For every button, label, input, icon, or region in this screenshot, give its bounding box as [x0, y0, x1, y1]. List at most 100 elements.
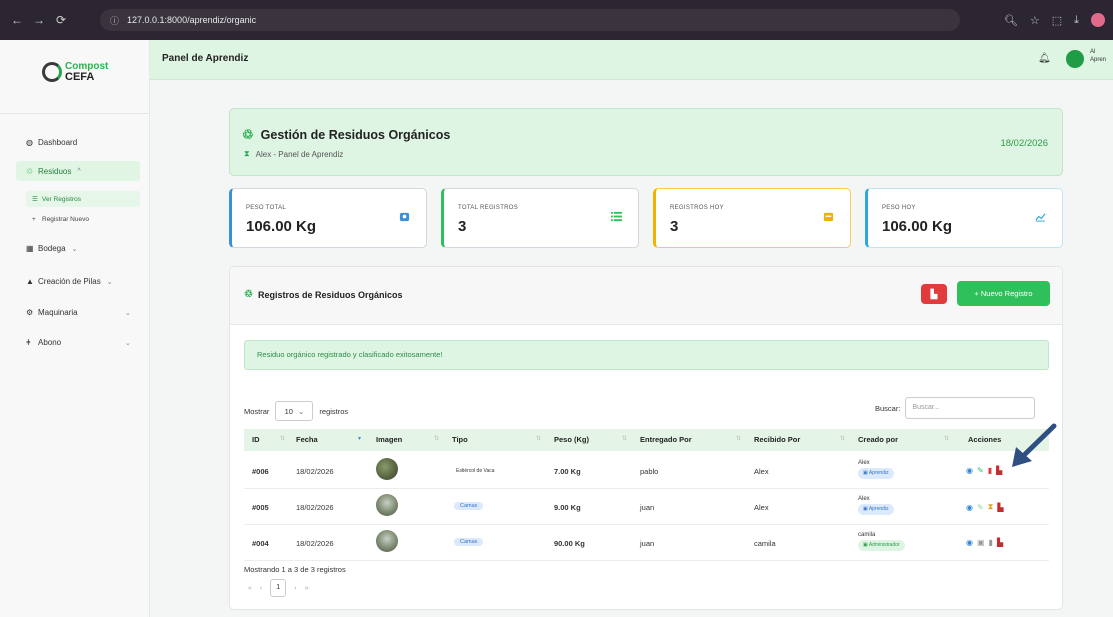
sidebar-item-registrar-nuevo[interactable]: + Registrar Nuevo — [32, 216, 89, 223]
sidebar-item-dashboard[interactable]: ◍ Dashboard — [26, 138, 77, 147]
extensions-icon[interactable]: ⬚ — [1052, 14, 1062, 27]
bookmark-star-icon[interactable]: ☆ — [1030, 14, 1040, 27]
cell-tipo: Camas — [454, 538, 484, 546]
file-pdf-icon[interactable]: ▙ — [997, 538, 1003, 547]
forward-icon[interactable]: → — [28, 13, 50, 27]
user-avatar[interactable] — [1066, 50, 1084, 68]
edit-icon[interactable]: ✎ — [977, 466, 984, 475]
chevron-down-icon[interactable]: ⌄ — [125, 339, 131, 347]
sidebar-item-label: Residuos — [38, 166, 72, 176]
file-pdf-icon[interactable]: ▙ — [997, 503, 1003, 512]
user-menu[interactable]: Al Apren — [1090, 48, 1106, 64]
cell-entregado: pablo — [640, 467, 659, 476]
bell-icon[interactable]: 🔔︎ — [1038, 53, 1051, 64]
hourglass-icon[interactable]: ⧗ — [988, 502, 994, 512]
page-title: Panel de Aprendiz — [162, 53, 249, 64]
stat-value: 3 — [670, 218, 679, 235]
view-icon[interactable]: ◉ — [966, 466, 973, 475]
sidebar-item-residuos[interactable]: ♲ Residuos ^ — [16, 161, 140, 181]
creator-name: Alex — [858, 496, 870, 502]
th-acciones: Acciones — [968, 435, 1002, 444]
zoom-icon[interactable]: 🔍︎ — [1004, 14, 1018, 27]
creator-name: camila — [858, 532, 876, 538]
sidebar-item-abono[interactable]: ǂ Abono — [26, 338, 61, 347]
reload-icon[interactable]: ⟳ — [50, 13, 72, 27]
sidebar-item-label: Bodega — [38, 244, 66, 253]
sidebar-item-maquinaria[interactable]: ⚙ Maquinaria — [26, 308, 78, 317]
chart-line-icon — [1035, 213, 1046, 222]
cell-recibido: Alex — [754, 503, 769, 512]
sort-icon: ⇅ — [622, 436, 628, 442]
browser-toolbar: ← → ⟳ ⓘ 127.0.0.1:8000/aprendiz/organic … — [0, 0, 1113, 40]
residue-thumbnail[interactable] — [376, 458, 398, 480]
sidebar-item-creacion-pilas[interactable]: ▲ Creación de Pilas ⌄ — [26, 277, 113, 286]
stat-label: PESO HOY — [882, 205, 916, 211]
chevron-down-icon[interactable]: ⌄ — [125, 309, 131, 317]
table-row: #005 18/02/2026 Camas 9.00 Kg juan Alex … — [244, 489, 1049, 525]
sidebar-item-label: Abono — [38, 338, 62, 347]
header-subtitle: Alex - Panel de Aprendiz — [255, 149, 344, 159]
th-recibido[interactable]: Recibido Por — [754, 435, 800, 444]
sort-icon: ⇅ — [840, 436, 846, 442]
page-length-select[interactable]: 10 ⌄ — [275, 401, 314, 421]
recycle-icon: ♲ — [26, 166, 34, 176]
delete-icon[interactable]: ▮ — [988, 466, 992, 475]
header-title: Gestión de Residuos Orgánicos — [260, 128, 451, 142]
cell-creado: camila ▣ Administrador — [858, 531, 905, 551]
residue-thumbnail[interactable] — [376, 494, 398, 516]
hourglass-icon: ⧗ — [244, 149, 250, 158]
th-imagen[interactable]: Imagen — [376, 435, 402, 444]
stat-label: REGISTROS HOY — [670, 205, 724, 211]
view-icon[interactable]: ◉ — [966, 538, 973, 547]
last-page-icon[interactable]: » — [305, 585, 309, 592]
view-icon[interactable]: ◉ — [966, 503, 973, 512]
th-creado[interactable]: Creado por — [858, 435, 898, 444]
page-button[interactable]: 1 — [270, 579, 287, 597]
first-page-icon[interactable]: « — [248, 585, 252, 592]
header-date: 18/02/2026 — [1000, 138, 1048, 149]
role-badge: ▣ Aprendiz — [858, 504, 894, 515]
role-label: Aprendiz — [868, 506, 889, 512]
next-page-icon[interactable]: › — [294, 585, 296, 592]
new-record-button[interactable]: + Nuevo Registro — [957, 281, 1050, 306]
user-role: Apren — [1090, 57, 1107, 63]
row-actions: ◉ ▣ ▮ ▙ — [966, 538, 1003, 547]
header-card: ♲ Gestión de Residuos Orgánicos ⧗ Alex -… — [229, 108, 1063, 176]
sidebar-item-bodega[interactable]: ▦ Bodega ⌄ — [26, 244, 77, 253]
scale-icon — [399, 212, 410, 222]
cell-recibido: Alex — [754, 467, 769, 476]
download-icon[interactable]: ⤓ — [1074, 14, 1079, 27]
cell-fecha: 18/02/2026 — [296, 539, 334, 548]
edit-icon[interactable]: ✎ — [977, 503, 984, 512]
page-length-value: 10 — [284, 406, 293, 416]
file-pdf-icon: ▙ — [930, 289, 938, 299]
sidebar-item-label: Creación de Pilas — [38, 277, 101, 286]
address-bar[interactable]: ⓘ 127.0.0.1:8000/aprendiz/organic — [100, 9, 960, 31]
annotation-arrow-icon — [1012, 423, 1057, 467]
profile-avatar[interactable] — [1091, 13, 1105, 27]
records-panel: ♲ Registros de Residuos Orgánicos ▙ + Nu… — [229, 266, 1063, 610]
back-icon[interactable]: ← — [6, 13, 28, 27]
th-entregado[interactable]: Entregado Por — [640, 435, 692, 444]
cell-entregado: juan — [640, 539, 655, 548]
site-info-icon[interactable]: ⓘ — [110, 14, 119, 27]
th-peso[interactable]: Peso (Kg) — [554, 435, 589, 444]
search-input[interactable]: Buscar... — [905, 397, 1036, 419]
sidebar-item-ver-registros[interactable]: ☰ Ver Registros — [26, 191, 140, 207]
prev-page-icon[interactable]: ‹ — [260, 585, 262, 592]
residue-thumbnail[interactable] — [376, 530, 398, 552]
th-fecha[interactable]: Fecha — [296, 435, 318, 444]
cell-entregado: juan — [640, 503, 655, 512]
stat-value: 106.00 Kg — [246, 218, 317, 235]
export-pdf-button[interactable]: ▙ — [921, 284, 947, 304]
table-info: Mostrando 1 a 3 de 3 registros — [244, 565, 346, 574]
panel-header: ♲ Registros de Residuos Orgánicos ▙ + Nu… — [230, 267, 1062, 325]
app-logo[interactable]: Compost CEFA — [42, 62, 108, 83]
file-pdf-icon[interactable]: ▙ — [996, 466, 1002, 475]
stat-label: PESO TOTAL — [246, 205, 287, 211]
th-tipo[interactable]: Tipo — [452, 435, 468, 444]
chevron-down-icon: ⌄ — [297, 406, 305, 416]
chevron-down-icon: ⌄ — [106, 278, 113, 286]
th-id[interactable]: ID — [252, 435, 260, 444]
cell-peso: 90.00 Kg — [554, 539, 585, 548]
